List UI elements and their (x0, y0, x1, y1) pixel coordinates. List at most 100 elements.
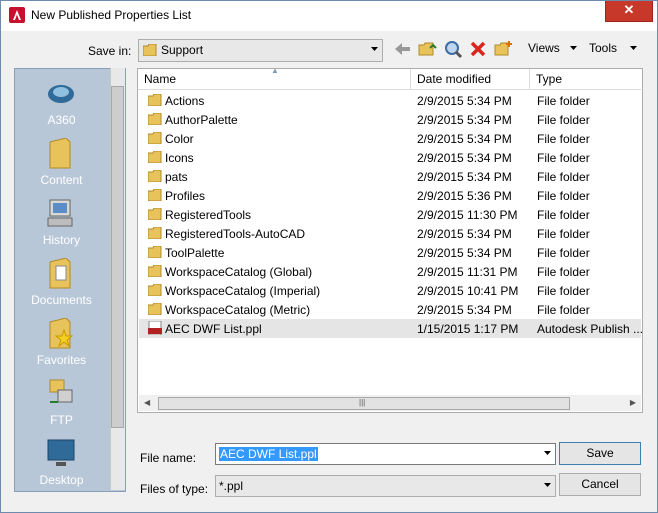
place-label: FTP (50, 413, 73, 427)
window-title: New Published Properties List (31, 8, 192, 22)
file-name-cell: ToolPalette (165, 246, 225, 260)
folder-icon (148, 170, 162, 182)
file-type-cell: File folder (537, 284, 590, 298)
list-item[interactable]: AEC DWF List.ppl 1/15/2015 1:17 PM Autodes… (139, 319, 643, 338)
date-modified-cell: 2/9/2015 5:34 PM (417, 303, 512, 317)
favorites-icon (49, 318, 74, 349)
place-content[interactable]: Content (14, 138, 109, 198)
column-header-name[interactable]: Name ▲ (138, 66, 411, 90)
scroll-right-icon[interactable]: ▶ (630, 398, 636, 407)
folder-icon (148, 284, 162, 296)
file-name-cell: AEC DWF List.ppl (165, 322, 262, 336)
date-modified-cell: 1/15/2015 1:17 PM (417, 322, 519, 336)
list-item[interactable]: RegisteredTools-AutoCAD 2/9/2015 5:34 PM F… (139, 224, 641, 243)
chevron-down-icon (544, 483, 551, 487)
close-icon: ✕ (623, 2, 635, 17)
column-header-date[interactable]: Date modified (411, 69, 530, 90)
chevron-down-icon[interactable] (544, 451, 551, 455)
file-type-cell: File folder (537, 113, 590, 127)
file-type-cell: File folder (537, 132, 590, 146)
place-label: Desktop (39, 473, 84, 487)
place-history[interactable]: History (14, 198, 109, 258)
list-item[interactable]: Profiles 2/9/2015 5:36 PM File folder (139, 186, 641, 205)
list-item[interactable]: ToolPalette 2/9/2015 5:34 PM File folder (139, 243, 641, 262)
list-item[interactable]: RegisteredTools 2/9/2015 11:30 PM File fol… (139, 205, 641, 224)
folder-icon (148, 227, 162, 239)
title-bar: New Published Properties List ✕ (1, 1, 657, 31)
save-in-dropdown[interactable]: Support (138, 39, 383, 62)
folder-icon (148, 246, 162, 258)
horizontal-scrollbar[interactable]: ◀ ||| ▶ (139, 395, 641, 411)
places-scroll-thumb[interactable] (111, 86, 124, 428)
place-label: Favorites (36, 353, 87, 367)
place-a360[interactable]: A360 (14, 78, 109, 138)
list-item[interactable]: AuthorPalette 2/9/2015 5:34 PM File folder (139, 110, 641, 129)
list-item[interactable]: WorkspaceCatalog (Metric) 2/9/2015 5:34 P… (139, 300, 641, 319)
place-label: Documents (31, 293, 92, 307)
file-type-cell: File folder (537, 170, 590, 184)
list-item[interactable]: Actions 2/9/2015 5:34 PM File folder (139, 91, 641, 110)
list-item[interactable]: Icons 2/9/2015 5:34 PM File folder (139, 148, 641, 167)
file-type-cell: File folder (537, 227, 590, 241)
save-button[interactable]: Save (559, 442, 641, 465)
file-type-cell: File folder (537, 303, 590, 317)
file-type-cell: File folder (537, 151, 590, 165)
close-button[interactable]: ✕ (605, 1, 653, 22)
files-of-type-dropdown[interactable]: *.ppl (215, 475, 556, 497)
views-chevron-down-icon[interactable] (570, 46, 577, 50)
file-name-cell: AuthorPalette (165, 113, 238, 127)
file-name-value[interactable]: AEC DWF List.ppl (219, 447, 318, 461)
list-item[interactable]: WorkspaceCatalog (Global) 2/9/2015 11:31 … (139, 262, 641, 281)
file-type-cell: File folder (537, 246, 590, 260)
new-folder-icon[interactable] (493, 39, 513, 59)
scroll-thumb[interactable]: ||| (158, 397, 570, 410)
file-name-cell: WorkspaceCatalog (Imperial) (165, 284, 321, 298)
folder-icon (148, 94, 162, 106)
file-type-cell: File folder (537, 208, 590, 222)
file-name-label: File name: (140, 451, 197, 465)
up-folder-icon[interactable] (417, 39, 437, 59)
a360-icon (48, 85, 74, 103)
place-documents[interactable]: Documents (14, 258, 109, 318)
folder-icon (148, 189, 162, 201)
folder-icon (148, 265, 162, 277)
back-icon[interactable] (393, 39, 413, 59)
scroll-left-icon[interactable]: ◀ (144, 398, 150, 407)
ppl-file-icon (148, 321, 162, 335)
list-item[interactable]: pats 2/9/2015 5:34 PM File folder (139, 167, 641, 186)
date-modified-cell: 2/9/2015 5:34 PM (417, 227, 512, 241)
desktop-icon (47, 439, 75, 466)
search-web-icon[interactable] (443, 39, 463, 59)
views-menu[interactable]: Views (528, 41, 560, 55)
column-header-type[interactable]: Type (530, 69, 641, 90)
history-icon (47, 199, 73, 227)
file-type-cell: File folder (537, 94, 590, 108)
folder-icon (148, 113, 162, 125)
save-in-label: Save in: (88, 44, 132, 58)
delete-icon[interactable] (468, 39, 488, 59)
folder-icon (148, 151, 162, 163)
file-name-cell: Color (165, 132, 194, 146)
file-name-input[interactable]: AEC DWF List.ppl (215, 443, 556, 465)
sort-ascending-icon: ▲ (271, 66, 279, 75)
file-name-cell: WorkspaceCatalog (Metric) (165, 303, 311, 317)
folder-icon (143, 44, 157, 56)
file-name-cell: WorkspaceCatalog (Global) (165, 265, 313, 279)
list-item[interactable]: Color 2/9/2015 5:34 PM File folder (139, 129, 641, 148)
place-label: History (42, 233, 81, 247)
file-type-value: *.ppl (219, 479, 244, 493)
date-modified-cell: 2/9/2015 11:30 PM (417, 208, 518, 222)
place-ftp[interactable]: FTP (14, 378, 109, 438)
date-modified-cell: 2/9/2015 5:34 PM (417, 132, 512, 146)
file-type-cell: File folder (537, 265, 590, 279)
tools-chevron-down-icon[interactable] (630, 46, 637, 50)
file-name-cell: Actions (165, 94, 205, 108)
dialog-window: New Published Properties List ✕ Save in:… (0, 0, 658, 513)
place-desktop[interactable]: Desktop (14, 438, 109, 498)
place-label: Content (40, 173, 83, 187)
date-modified-cell: 2/9/2015 5:34 PM (417, 170, 512, 184)
list-item[interactable]: WorkspaceCatalog (Imperial) 2/9/2015 10:4… (139, 281, 641, 300)
place-favorites[interactable]: Favorites (14, 318, 109, 378)
tools-menu[interactable]: Tools (589, 41, 617, 55)
cancel-button[interactable]: Cancel (559, 473, 641, 496)
